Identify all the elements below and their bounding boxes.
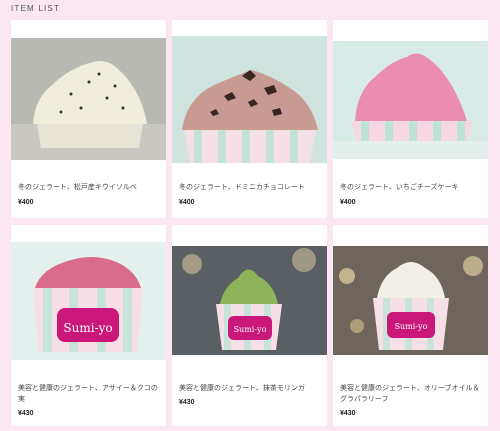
cup-brand-label: Sumi-yo bbox=[234, 325, 267, 334]
product-image[interactable]: Sumi-yo bbox=[11, 242, 166, 360]
product-name[interactable]: 美容と健康のジェラート、抹茶モリンガ bbox=[179, 383, 321, 394]
product-name[interactable]: 美容と健康のジェラート、オリーブオイル＆グラパラリーフ bbox=[340, 383, 482, 405]
product-card-6[interactable]: Sumi-yo 美容と健康のジェラート、オリーブオイル＆グラパラリーフ ¥430 bbox=[333, 225, 488, 426]
section-title: ITEM LIST bbox=[11, 4, 61, 13]
product-card-1[interactable]: 冬のジェラート、松戸産キウイソルベ ¥400 bbox=[11, 20, 166, 218]
product-image[interactable]: Sumi-yo bbox=[333, 246, 488, 355]
product-price: ¥400 bbox=[340, 199, 356, 206]
product-price: ¥430 bbox=[18, 410, 34, 417]
product-name[interactable]: 冬のジェラート、松戸産キウイソルベ bbox=[18, 182, 160, 193]
product-price: ¥430 bbox=[340, 410, 356, 417]
product-price: ¥430 bbox=[179, 399, 195, 406]
product-image[interactable]: Sumi-yo bbox=[172, 246, 327, 355]
product-name[interactable]: 美容と健康のジェラート、アサイー＆クコの実 bbox=[18, 383, 160, 405]
product-price: ¥400 bbox=[18, 199, 34, 206]
product-card-5[interactable]: Sumi-yo 美容と健康のジェラート、抹茶モリンガ ¥430 bbox=[172, 225, 327, 426]
product-price: ¥400 bbox=[179, 199, 195, 206]
cup-brand-label: Sumi-yo bbox=[63, 321, 112, 335]
product-card-4[interactable]: Sumi-yo 美容と健康のジェラート、アサイー＆クコの実 ¥430 bbox=[11, 225, 166, 426]
product-card-3[interactable]: 冬のジェラート、いちごチーズケーキ ¥400 bbox=[333, 20, 488, 218]
product-name[interactable]: 冬のジェラート、ドミニカチョコレート bbox=[179, 182, 321, 193]
product-image[interactable] bbox=[333, 41, 488, 159]
cup-brand-label: Sumi-yo bbox=[395, 322, 428, 331]
product-name[interactable]: 冬のジェラート、いちごチーズケーキ bbox=[340, 182, 482, 193]
product-card-2[interactable]: 冬のジェラート、ドミニカチョコレート ¥400 bbox=[172, 20, 327, 218]
product-image[interactable] bbox=[11, 38, 166, 160]
product-image[interactable] bbox=[172, 36, 327, 163]
item-list-page: ITEM LIST 冬のジェラート、松戸産キウイソルベ ¥400 冬のジェラート… bbox=[0, 0, 500, 431]
